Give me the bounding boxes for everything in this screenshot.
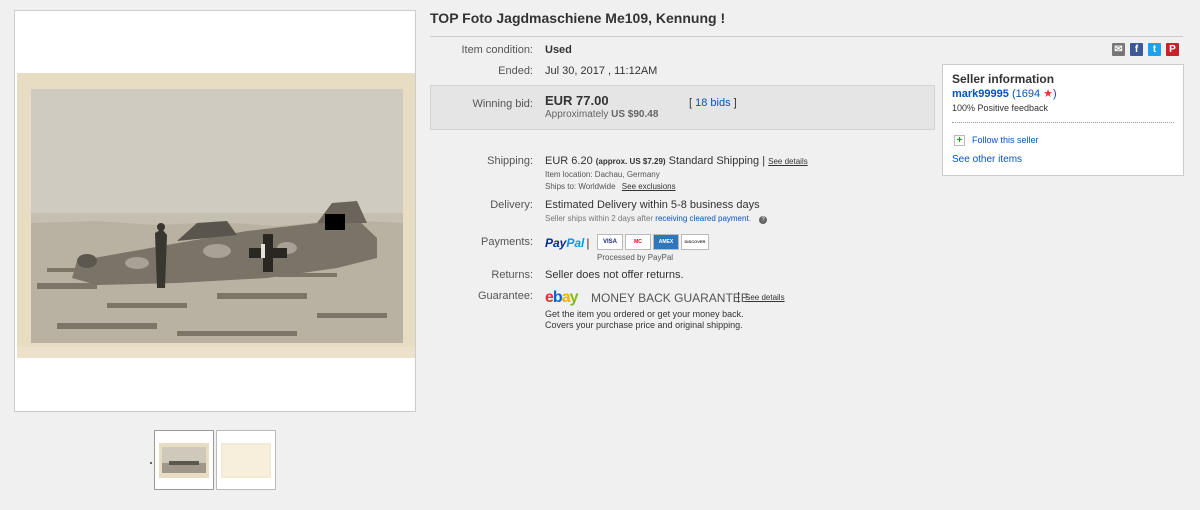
returns-label: Returns: [491, 269, 533, 281]
follow-plus-icon[interactable]: + [954, 135, 965, 146]
money-back-guarantee: MONEY BACK GUARANTEE [591, 291, 749, 305]
bids-open-bracket: [ [689, 97, 693, 109]
condition-label: Item condition: [461, 44, 533, 56]
shipping-method: Standard Shipping | [668, 155, 766, 167]
seller-username-link[interactable]: mark99995 [952, 88, 1009, 100]
shipping-label: Shipping: [487, 155, 533, 167]
email-glyph: ✉ [1114, 44, 1123, 55]
returns-value: Seller does not offer returns. [545, 269, 684, 281]
seller-star-icon: ★ [1043, 88, 1054, 100]
ships-to-text: Ships to: Worldwide [545, 182, 616, 191]
twitter-icon[interactable]: t [1148, 43, 1161, 56]
thumbnail-2[interactable] [216, 430, 276, 490]
twitter-glyph: t [1152, 44, 1157, 55]
title-divider [430, 36, 1183, 37]
payments-label: Payments: [481, 236, 533, 248]
main-image-panel[interactable] [14, 10, 416, 412]
see-other-items-link[interactable]: See other items [952, 154, 1022, 165]
ebay-e: e [545, 289, 554, 306]
facebook-glyph: f [1134, 44, 1139, 55]
condition-value: Used [545, 44, 572, 56]
paypal-logo-pay: Pay [545, 236, 567, 250]
pinterest-icon[interactable]: P [1166, 43, 1179, 56]
guarantee-line2: Covers your purchase price and original … [545, 320, 743, 330]
delivery-label: Delivery: [490, 199, 533, 211]
shipping-cost: EUR 6.20 [545, 155, 593, 167]
seller-username-line: mark99995 (1694 ★) [952, 87, 1057, 100]
paypal-logo: PayPal | [545, 236, 590, 250]
delivery-note-prefix: Seller ships within 2 days after [545, 214, 654, 223]
seller-info-title: Seller information [952, 72, 1055, 86]
aircraft-photo-image [17, 73, 415, 358]
follow-seller-link[interactable]: Follow this seller [972, 135, 1039, 145]
guarantee-line1: Get the item you ordered or get your mon… [545, 309, 744, 319]
guarantee-separator: | [737, 291, 740, 303]
guarantee-see-details-link[interactable]: See details [745, 293, 785, 302]
cleared-payment-link[interactable]: receiving cleared payment [655, 214, 748, 223]
email-icon[interactable]: ✉ [1112, 43, 1125, 56]
ended-value: Jul 30, 2017 , 11:12AM [545, 65, 658, 77]
ships-to: Ships to: Worldwide See exclusions [545, 182, 676, 191]
ended-label: Ended: [498, 65, 533, 77]
seller-info-box: Seller information mark99995 (1694 ★) 10… [942, 64, 1184, 176]
seller-feedback: 100% Positive feedback [952, 103, 1049, 113]
delivery-value: Estimated Delivery within 5-8 business d… [545, 199, 760, 211]
shipping-line: EUR 6.20 (approx. US $7.29) Standard Shi… [545, 155, 808, 167]
pinterest-glyph: P [1169, 44, 1176, 55]
facebook-icon[interactable]: f [1130, 43, 1143, 56]
bids-close-bracket: ] [733, 97, 737, 109]
thumbnail-2-image [221, 443, 271, 478]
winning-bid-value: EUR 77.00 [545, 93, 609, 108]
bids-link[interactable]: 18 bids [695, 97, 730, 109]
delivery-note: Seller ships within 2 days after receivi… [545, 214, 768, 224]
thumbnail-indicator-dot [150, 462, 152, 464]
mastercard-icon: MC [625, 234, 651, 250]
seller-divider [952, 122, 1174, 123]
main-photo[interactable] [17, 73, 415, 358]
visa-card-icon: VISA [597, 234, 623, 250]
ebay-b: b [552, 289, 563, 306]
approx-bid-value: US $90.48 [611, 109, 659, 120]
approx-bid: Approximately US $90.48 [545, 109, 658, 120]
ebay-y: y [569, 289, 579, 306]
shipping-approx: (approx. US $7.29) [595, 157, 666, 166]
guarantee-label: Guarantee: [477, 290, 533, 302]
processed-by-paypal: Processed by PayPal [597, 253, 674, 262]
amex-card-icon: AMEX [653, 234, 679, 250]
approx-prefix: Approximately [545, 109, 609, 120]
see-exclusions-link[interactable]: See exclusions [622, 182, 676, 191]
thumbnail-1-image [159, 443, 209, 478]
listing-title: TOP Foto Jagdmaschiene Me109, Kennung ! [430, 10, 726, 26]
discover-card-icon: DISCOVER [681, 234, 709, 250]
delivery-note-suffix: . [748, 214, 751, 223]
seller-score-link[interactable]: 1694 [1016, 88, 1040, 100]
paypal-separator: | [586, 236, 590, 250]
shipping-see-details-link[interactable]: See details [768, 157, 808, 166]
winning-bid-label: Winning bid: [472, 98, 533, 110]
help-icon[interactable]: ? [759, 216, 768, 224]
seller-score-close: ) [1053, 88, 1057, 100]
bids-count: [ 18 bids ] [689, 97, 737, 109]
ebay-a: a [561, 289, 571, 306]
ebay-logo: ebay [545, 289, 578, 307]
paypal-logo-pal: Pal [566, 236, 585, 250]
thumbnail-1[interactable] [154, 430, 214, 490]
item-location: Item location: Dachau, Germany [545, 170, 660, 179]
